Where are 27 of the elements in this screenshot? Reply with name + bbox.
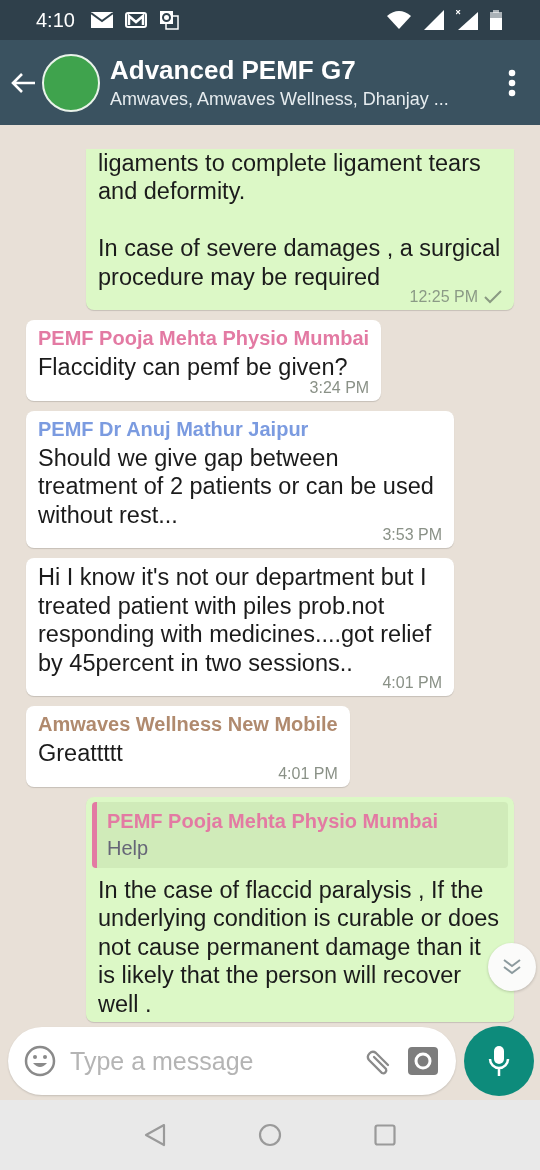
message-time: 4:01 PM (382, 674, 442, 692)
message-text: In case of severe damages , a surgical procedure may be required (98, 234, 502, 290)
quoted-message[interactable]: PEMF Pooja Mehta Physio Mumbai Help (92, 801, 508, 868)
outgoing-message-bubble[interactable]: PEMF Pooja Mehta Physio Mumbai Help In the case of flaccid paralysis , If the underlying condition is curable or does not cause permanent damage than it is likely that the person will recover well . (86, 796, 514, 1022)
group-title[interactable]: Advanced PEMF G7 (110, 55, 508, 86)
quoted-sender-name: PEMF Pooja Mehta Physio Mumbai (107, 808, 440, 834)
status-time: 4:10 (36, 8, 75, 32)
incoming-message-bubble[interactable]: Amwaves Wellness New Mobile Greattttt 4:01 PM (26, 706, 350, 787)
sender-name: Amwaves Wellness New Mobile (38, 712, 338, 737)
sender-name: PEMF Dr Anuj Mathur Jaipur (38, 416, 310, 442)
message-input-field[interactable]: Type a message (70, 1046, 348, 1076)
message-text: Should we give gap between treatment of 2 patients or can be used without rest... (38, 443, 435, 528)
incoming-message-bubble[interactable]: PEMF Pooja Mehta Physio Mumbai Flaccidity can pemf be given? 3:24 PM (26, 320, 382, 401)
sender-name: PEMF Pooja Mehta Physio Mumbai (38, 326, 370, 351)
incoming-message-bubble[interactable]: PEMF Dr Anuj Mathur Jaipur Should we give gap between treatment of 2 patients or can be used without rest... 3:53 PM (26, 410, 454, 548)
message-time: 3:53 PM (382, 526, 442, 544)
message-text: ligaments to complete ligament tears and deformity. (98, 148, 482, 206)
group-members: Amwaves, Amwaves Wellness, Dhanjay ... (110, 89, 450, 110)
outgoing-message-bubble[interactable]: ligaments to complete ligament tears and deformity. In case of severe damages , a surgical procedure may be required 12:25 PM (86, 148, 514, 310)
message-text: In the case of flaccid paralysis , If the underlying condition is curable or does not cause permanent damage than it is likely that the person will recover well . (98, 875, 501, 1018)
message-time: 12:25 PM (409, 288, 478, 306)
message-time: 4:01 PM (278, 764, 338, 783)
message-text: Greattttt (38, 739, 124, 768)
message-composer-field[interactable]: Type a message (8, 1027, 456, 1095)
incoming-message-bubble[interactable]: Hi I know it's not our department but I treated patient with piles prob.not responding with medicines....got relief by 45percent in two sessions.. 4:01 PM (26, 558, 454, 696)
message-text: Hi I know it's not our department but I treated patient with piles prob.not responding with medicines....got relief by 45percent in two sessions.. (38, 563, 433, 676)
quoted-text: Help (107, 835, 150, 861)
